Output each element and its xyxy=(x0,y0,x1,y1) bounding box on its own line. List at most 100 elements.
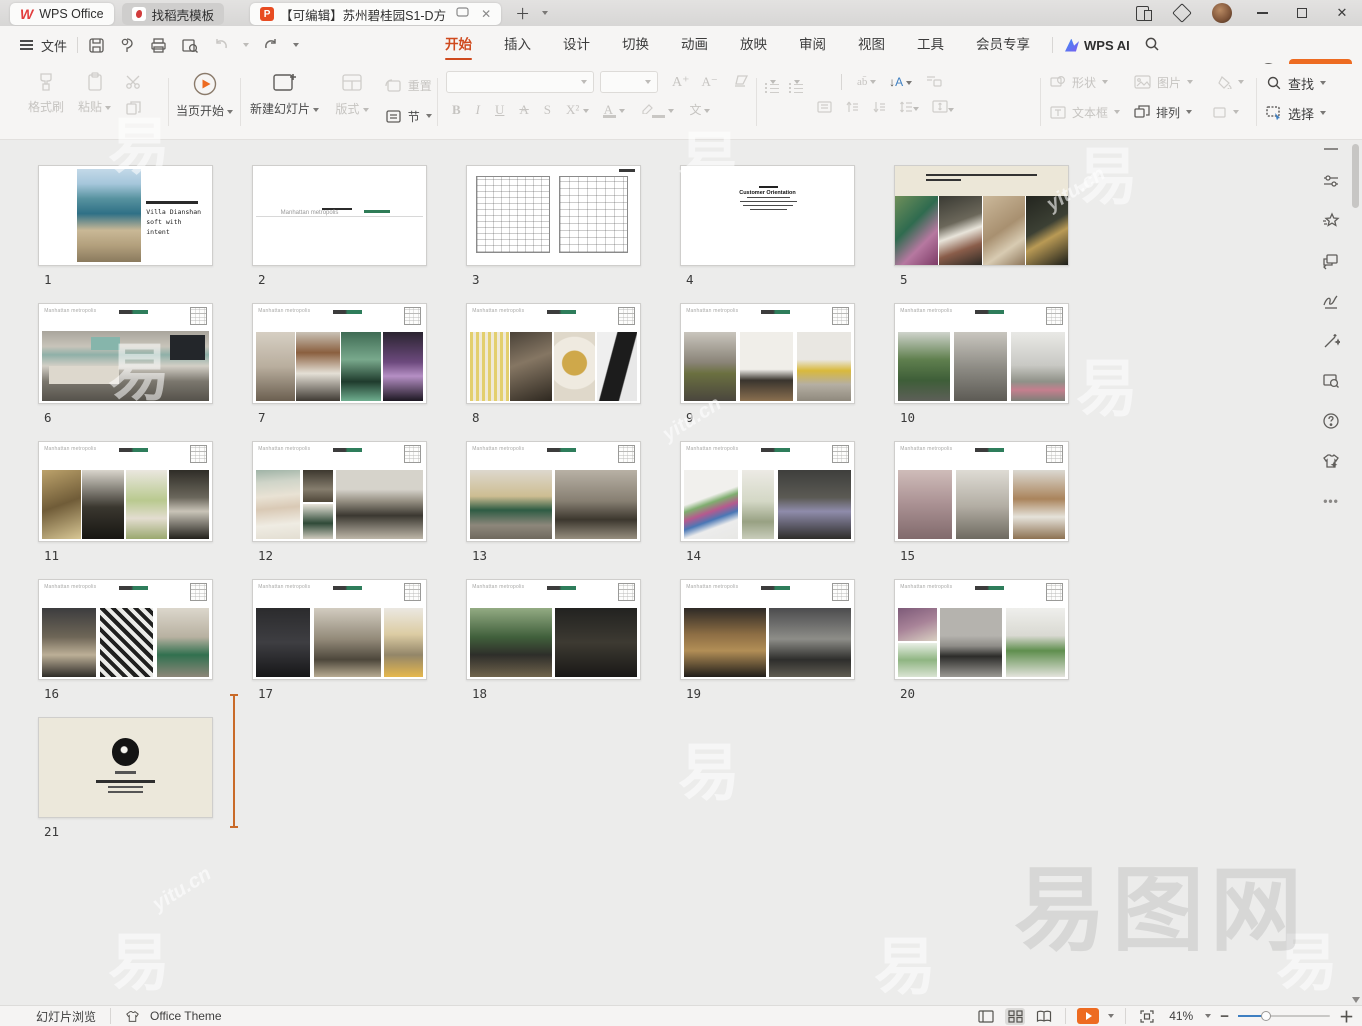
paste-button[interactable]: 粘贴 xyxy=(78,71,111,115)
tab-presentation[interactable]: P 【可编辑】苏州碧桂园S1-D方 ✕ xyxy=(250,3,501,25)
find-button[interactable]: 查找 xyxy=(1266,71,1326,95)
theme-button[interactable]: Office Theme xyxy=(150,1009,222,1023)
font-size-combo[interactable] xyxy=(600,71,658,93)
slide-thumbnail-15[interactable]: Manhattan metropolis 15 xyxy=(894,441,1069,563)
beautify-wand-icon[interactable] xyxy=(1314,324,1348,358)
slide-thumbnail-14[interactable]: Manhattan metropolis 14 xyxy=(680,441,855,563)
slide-thumbnail-20[interactable]: Manhattan metropolis 20 xyxy=(894,579,1069,701)
slide-thumbnail-4[interactable]: Customer Orientation 4 xyxy=(680,165,855,287)
slide-thumbnail-13[interactable]: Manhattan metropolis 13 xyxy=(466,441,641,563)
menu-item-1[interactable]: 插入 xyxy=(488,26,547,64)
minimize-button[interactable] xyxy=(1242,0,1282,26)
zoom-slider[interactable] xyxy=(1238,1015,1330,1017)
menu-item-4[interactable]: 动画 xyxy=(665,26,724,64)
text-direction-icon[interactable]: ab̄ xyxy=(857,76,876,88)
tab-list-caret-icon[interactable] xyxy=(542,11,548,15)
convert-smartart-icon[interactable] xyxy=(925,74,943,91)
bold-button[interactable]: B xyxy=(452,102,461,118)
slide-transfer-icon[interactable] xyxy=(1314,244,1348,278)
skin-theme-icon[interactable] xyxy=(1314,444,1348,478)
move-down-icon[interactable] xyxy=(872,101,886,116)
phonetic-guide-button[interactable]: 文 xyxy=(689,101,710,118)
zoom-out-button[interactable]: − xyxy=(1220,1008,1229,1025)
slide-sorter-view-button[interactable] xyxy=(1005,1008,1025,1025)
format-painter-button[interactable]: 格式刷 xyxy=(28,71,64,115)
line-spacing-icon[interactable] xyxy=(899,101,919,116)
slide-thumbnail-18[interactable]: Manhattan metropolis 18 xyxy=(466,579,641,701)
menu-item-0[interactable]: 开始 xyxy=(429,26,488,64)
maximize-button[interactable] xyxy=(1282,0,1322,26)
italic-button[interactable]: I xyxy=(476,102,480,118)
tab-close-icon[interactable]: ✕ xyxy=(481,7,491,21)
slide-thumbnail-1[interactable]: Villa Dianshan soft with intent 1 xyxy=(38,165,213,287)
menu-item-3[interactable]: 切换 xyxy=(606,26,665,64)
collapse-panel-icon[interactable] xyxy=(1324,148,1338,150)
search-icon[interactable] xyxy=(1144,36,1160,55)
zoom-slider-knob[interactable] xyxy=(1261,1011,1271,1021)
strikethrough-button[interactable]: S xyxy=(544,102,551,118)
layout-button[interactable]: 版式 xyxy=(335,71,368,117)
save-icon[interactable] xyxy=(88,37,105,54)
slide-thumbnail-3[interactable]: 3 xyxy=(466,165,641,287)
decrease-font-icon[interactable]: A⁻ xyxy=(702,74,718,90)
highlight-color-button[interactable] xyxy=(640,102,674,118)
move-up-icon[interactable] xyxy=(845,101,859,116)
main-menu-icon[interactable] xyxy=(20,38,33,53)
underline-button[interactable]: U xyxy=(495,102,504,118)
undo-caret-icon[interactable] xyxy=(243,43,249,47)
menu-item-8[interactable]: 工具 xyxy=(901,26,960,64)
font-color-button[interactable]: A xyxy=(604,102,626,118)
vertical-text-icon[interactable]: ↓A xyxy=(889,75,912,89)
slide-thumbnail-2[interactable]: Manhattan metropolis 2 xyxy=(252,165,427,287)
more-options-icon[interactable]: ••• xyxy=(1314,484,1348,518)
slide-thumbnail-17[interactable]: Manhattan metropolis 17 xyxy=(252,579,427,701)
properties-sliders-icon[interactable] xyxy=(1314,164,1348,198)
copy-icon[interactable] xyxy=(125,100,143,119)
zoom-percentage[interactable]: 41% xyxy=(1166,1009,1196,1023)
slide-thumbnail-21[interactable]: 21 xyxy=(38,717,213,839)
cut-icon[interactable] xyxy=(125,75,143,92)
slide-thumbnail-11[interactable]: Manhattan metropolis 11 xyxy=(38,441,213,563)
char-spacing-button[interactable]: A xyxy=(519,102,528,118)
fill-color-button[interactable] xyxy=(1217,70,1244,94)
vertical-scrollbar[interactable] xyxy=(1350,140,1361,1005)
slide-thumbnail-19[interactable]: Manhattan metropolis 19 xyxy=(680,579,855,701)
menu-item-6[interactable]: 审阅 xyxy=(783,26,842,64)
reset-button[interactable]: 重置 xyxy=(385,73,432,97)
superscript-button[interactable]: X² xyxy=(566,102,589,118)
slide-thumbnail-6[interactable]: Manhattan metropolis 6 xyxy=(38,303,213,425)
menu-item-9[interactable]: 会员专享 xyxy=(960,26,1046,64)
user-avatar[interactable] xyxy=(1202,0,1242,26)
section-button[interactable]: 节 xyxy=(385,104,432,128)
increase-font-icon[interactable]: A⁺ xyxy=(672,74,690,91)
menu-item-2[interactable]: 设计 xyxy=(547,26,606,64)
menu-item-7[interactable]: 视图 xyxy=(842,26,901,64)
new-tab-button[interactable]: ＋ xyxy=(515,3,530,24)
print-preview-icon[interactable] xyxy=(181,37,199,54)
wps-ai-button[interactable]: WPS AI xyxy=(1084,38,1130,53)
shapes-button[interactable]: 形状 xyxy=(1050,70,1108,94)
tab-preview-icon[interactable] xyxy=(456,7,469,21)
new-slide-button[interactable]: 新建幻灯片 xyxy=(250,71,319,117)
tab-docer-templates[interactable]: 找稻壳模板 xyxy=(122,3,225,25)
textbox-button[interactable]: 文本框 xyxy=(1050,100,1120,124)
app-center-icon[interactable] xyxy=(1162,0,1202,26)
help-icon[interactable] xyxy=(1314,404,1348,438)
fit-to-window-button[interactable] xyxy=(1137,1008,1157,1025)
slide-thumbnail-9[interactable]: Manhattan metropolis 9 xyxy=(680,303,855,425)
picture-button[interactable]: 图片 xyxy=(1134,70,1193,94)
scrollbar-down-icon[interactable] xyxy=(1352,997,1360,1003)
smart-effects-icon[interactable] xyxy=(1314,204,1348,238)
print-icon[interactable] xyxy=(150,37,167,54)
menu-item-5[interactable]: 放映 xyxy=(724,26,783,64)
distribute-icon[interactable] xyxy=(817,101,832,116)
image-search-icon[interactable] xyxy=(1314,364,1348,398)
export-pdf-icon[interactable] xyxy=(119,37,136,54)
close-button[interactable]: ✕ xyxy=(1322,0,1362,26)
signature-icon[interactable] xyxy=(1314,284,1348,318)
multi-device-icon[interactable] xyxy=(1122,0,1162,26)
scrollbar-thumb[interactable] xyxy=(1352,144,1359,208)
slide-thumbnail-8[interactable]: Manhattan metropolis 8 xyxy=(466,303,641,425)
arrange-button[interactable]: 排列 xyxy=(1134,100,1192,124)
zoom-in-button[interactable]: ＋ xyxy=(1339,1006,1354,1026)
